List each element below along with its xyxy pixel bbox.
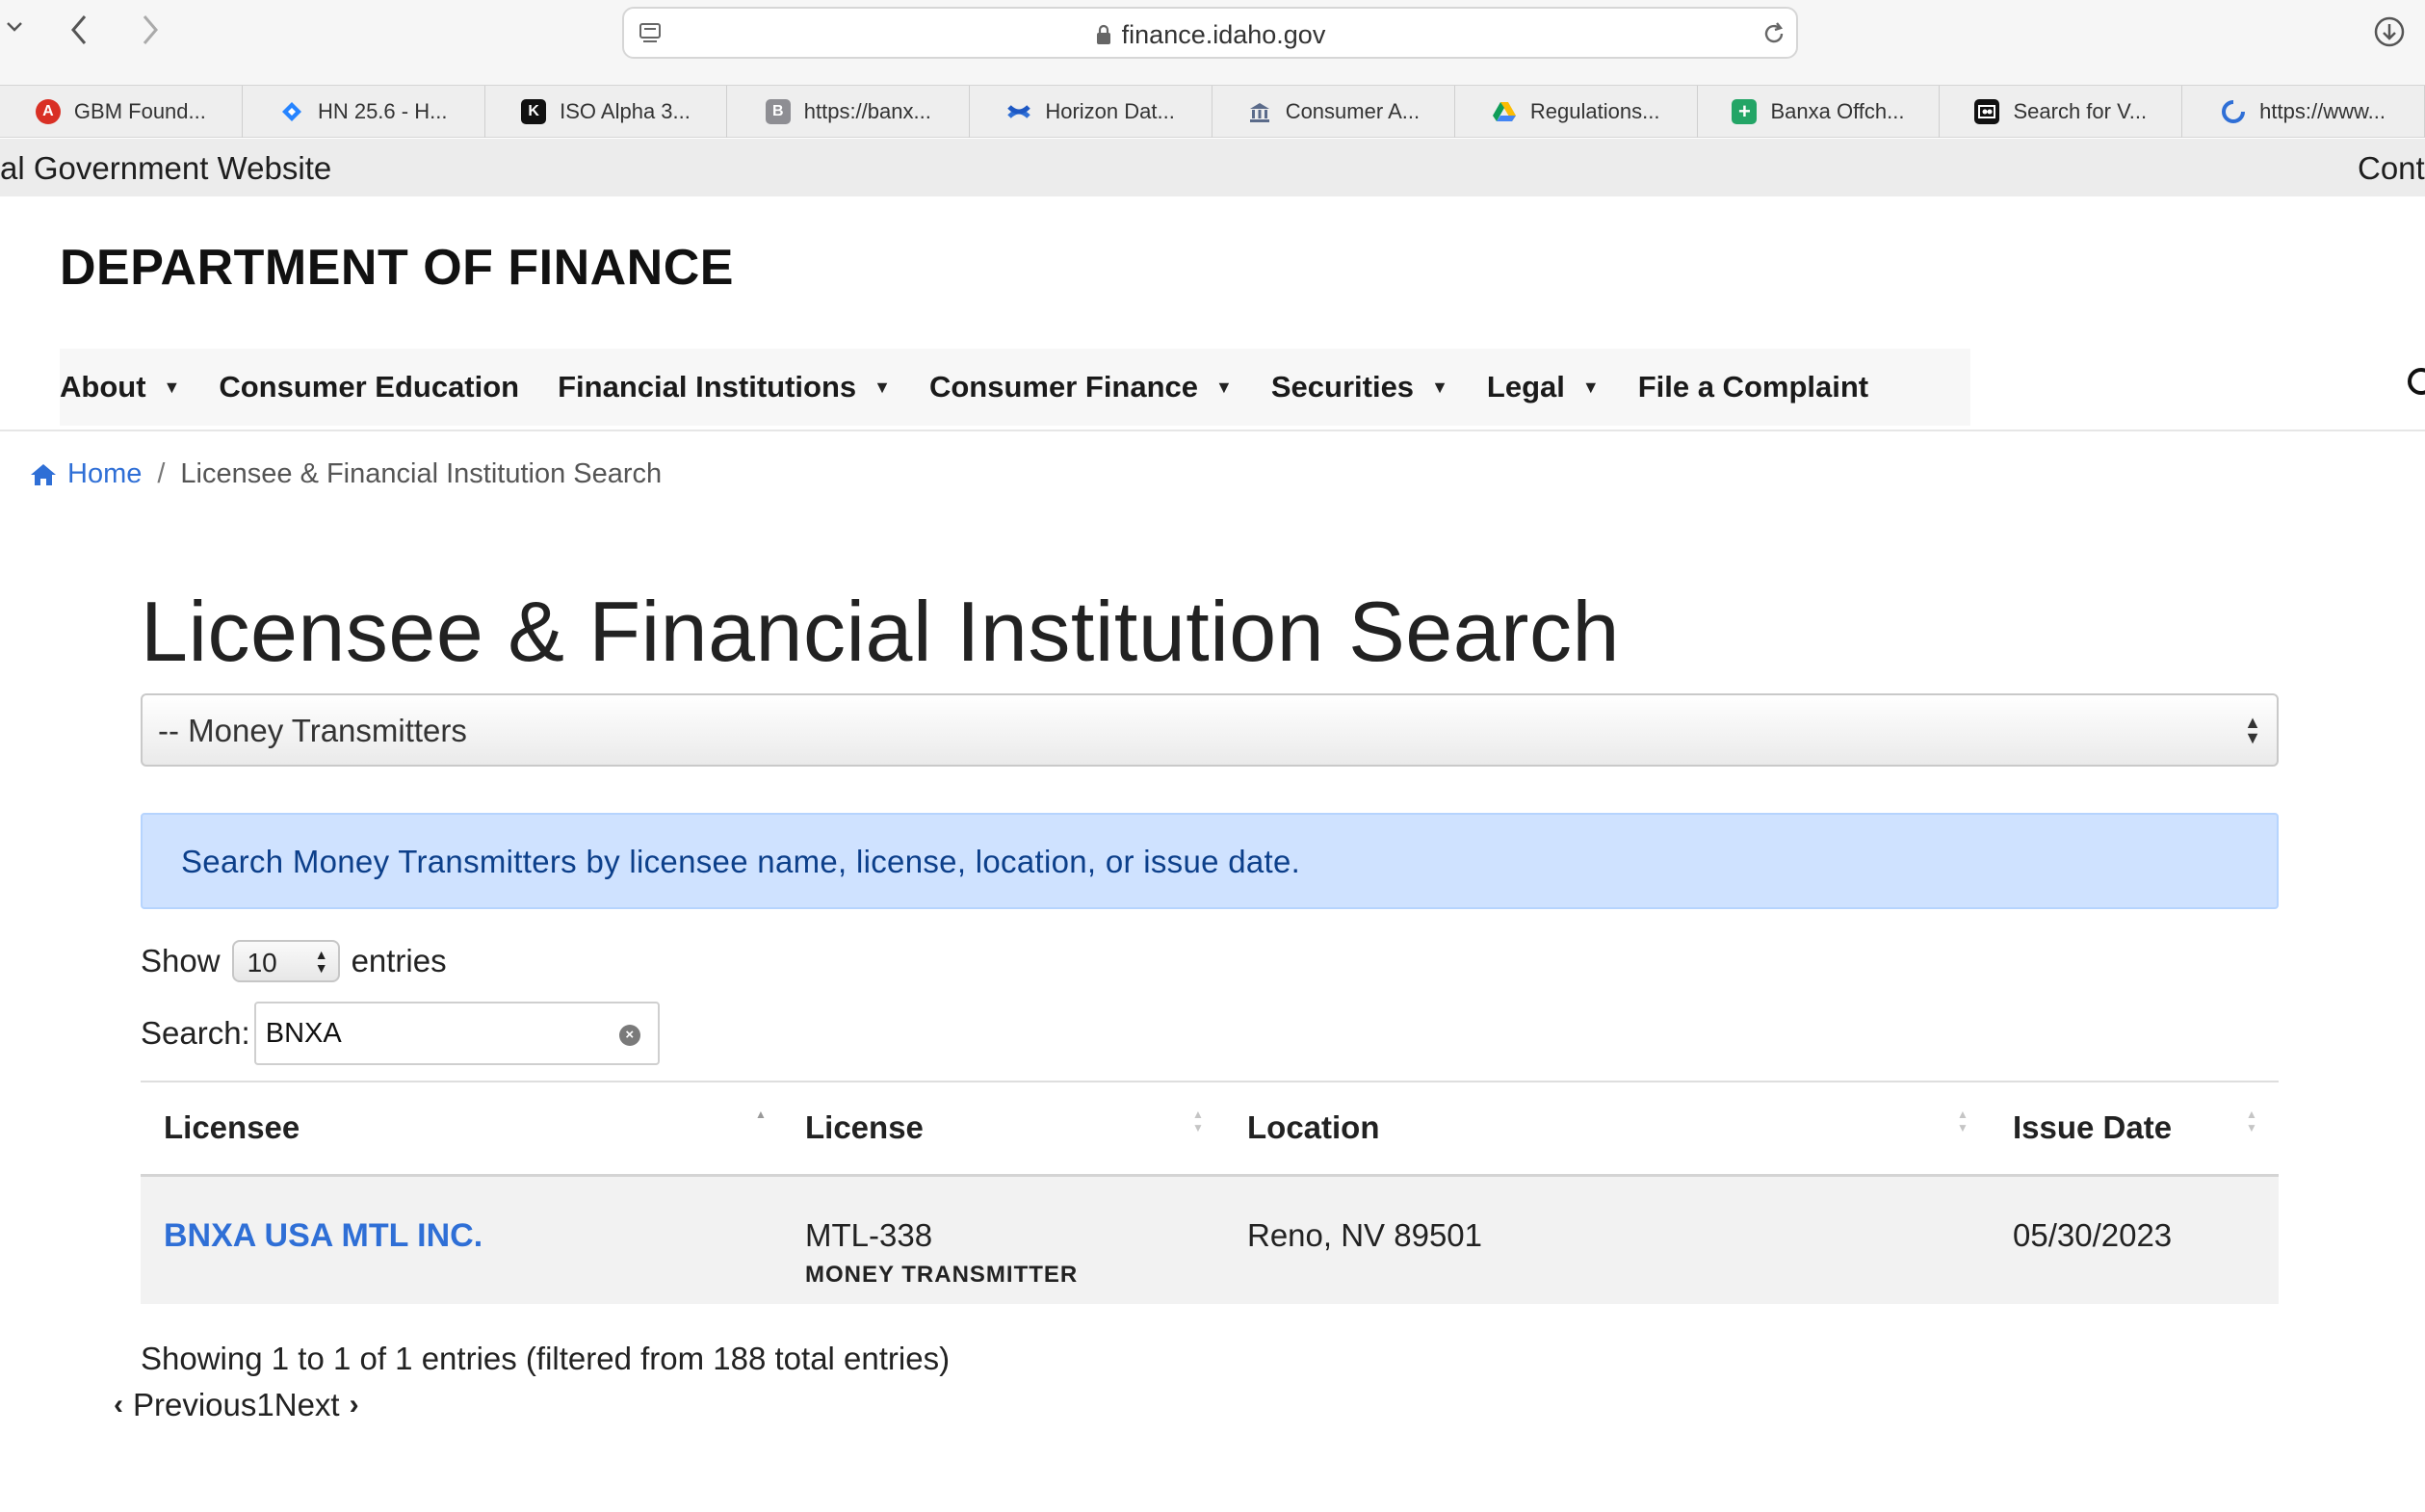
forward-button[interactable] <box>141 13 160 46</box>
nav-item-securities[interactable]: Securities ▼ <box>1271 370 1448 404</box>
nav-item-legal[interactable]: Legal ▼ <box>1487 370 1600 404</box>
gov-banner-contact-link[interactable]: Cont <box>2358 150 2425 187</box>
caret-down-icon: ▼ <box>163 377 181 397</box>
entries-length-value: 10 <box>247 948 277 978</box>
address-bar[interactable]: finance.idaho.gov <box>622 7 1798 59</box>
sheets-icon: + <box>1732 99 1758 124</box>
entries-length-select[interactable]: 10 ▲ ▼ <box>231 940 340 982</box>
table-search: Search: BNXA × <box>141 1002 660 1065</box>
pagination: ‹ Previous 1 Next › <box>114 1387 359 1423</box>
caret-down-icon: ▼ <box>1581 377 1600 397</box>
sort-icon[interactable]: ▲ <box>753 1108 769 1121</box>
location-cell: Reno, NV 89501 <box>1247 1217 1483 1253</box>
previous-button[interactable]: Previous <box>133 1387 256 1423</box>
select-arrows-icon: ▲ ▼ <box>314 947 328 976</box>
gov-banner: al Government Website Cont <box>0 139 2425 196</box>
show-label: Show <box>141 943 221 978</box>
nav-item-financial-institutions[interactable]: Financial Institutions ▼ <box>558 370 891 404</box>
column-header-licensee[interactable]: Licensee <box>164 1109 300 1146</box>
iso-icon: K <box>521 99 547 124</box>
gov-banner-text: al Government Website <box>0 150 332 186</box>
bookmark-item[interactable]: A GBM Found... <box>0 86 243 138</box>
breadcrumb-home-link[interactable]: Home <box>29 458 142 490</box>
gbm-icon: A <box>35 99 61 124</box>
caret-down-icon: ▼ <box>874 377 891 397</box>
tab-overview-chevron-icon[interactable] <box>6 21 23 33</box>
bookmark-item[interactable]: Regulations... <box>1455 86 1698 138</box>
column-header-issue-date[interactable]: Issue Date <box>2013 1109 2172 1146</box>
bookmark-item[interactable]: Bhttps://banx... <box>727 86 971 138</box>
url-value: finance.idaho.gov <box>1121 20 1326 49</box>
category-select[interactable]: -- Money Transmitters ▲ ▼ <box>141 693 2279 767</box>
header-divider <box>0 430 2425 431</box>
caret-down-icon: ▼ <box>1431 377 1448 397</box>
chevron-left-icon[interactable]: ‹ <box>114 1389 123 1421</box>
bank-icon <box>1247 99 1272 124</box>
issue-date-cell: 05/30/2023 <box>2013 1217 2173 1253</box>
bookmarks-bar: A GBM Found... HN 25.6 - H... K ISO Alpha … <box>0 85 2425 138</box>
license-type: MONEY TRANSMITTER <box>805 1262 1079 1288</box>
column-header-location[interactable]: Location <box>1247 1109 1380 1146</box>
results-table: Licensee ▲ License ▲ ▼ Location ▲ ▼ Issue … <box>141 1081 2279 1304</box>
search-label: Search: <box>141 1015 250 1051</box>
bookmark-item[interactable]: + Banxa Offch... <box>1698 86 1941 138</box>
licensee-link[interactable]: BNXA USA MTL INC. <box>164 1217 482 1255</box>
breadcrumb: Home / Licensee & Financial Institution … <box>29 458 662 490</box>
sort-icon[interactable]: ▲ ▼ <box>1190 1108 1206 1134</box>
table-row: BNXA USA MTL INC. MTL-338 MONEY TRANSMIT… <box>141 1177 2279 1304</box>
url-text: finance.idaho.gov <box>624 20 1796 52</box>
lock-icon <box>1095 22 1112 52</box>
reload-icon[interactable] <box>1760 20 1787 47</box>
next-button[interactable]: Next <box>274 1387 340 1423</box>
main-nav: About ▼ Consumer Education Financial Inst… <box>60 349 1970 426</box>
nav-item-consumer-finance[interactable]: Consumer Finance ▼ <box>929 370 1233 404</box>
info-alert: Search Money Transmitters by licensee na… <box>141 813 2279 909</box>
breadcrumb-separator: / <box>157 458 166 489</box>
bookmark-item[interactable]: K ISO Alpha 3... <box>485 86 728 138</box>
nav-item-consumer-education[interactable]: Consumer Education <box>219 370 519 404</box>
page-button-1[interactable]: 1 <box>256 1387 274 1423</box>
caret-down-icon: ▼ <box>1215 377 1233 397</box>
breadcrumb-current: Licensee & Financial Institution Search <box>180 458 663 489</box>
site-title[interactable]: DEPARTMENT OF FINANCE <box>60 239 734 297</box>
category-select-value: -- Money Transmitters <box>158 713 467 748</box>
nav-item-file-a-complaint[interactable]: File a Complaint <box>1638 370 1868 404</box>
sort-icon[interactable]: ▲ ▼ <box>2244 1108 2259 1134</box>
loading-icon <box>2221 99 2246 124</box>
license-number: MTL-338 <box>805 1217 933 1253</box>
chevron-right-icon[interactable]: › <box>350 1389 359 1421</box>
search-site-icon <box>1974 99 2000 124</box>
entries-label: entries <box>351 943 447 978</box>
confluence-icon <box>1006 99 1031 124</box>
search-input-value: BNXA <box>265 1018 342 1049</box>
downloads-icon[interactable] <box>2373 15 2406 48</box>
select-arrows-icon: ▲ ▼ <box>2244 713 2261 747</box>
home-icon <box>31 463 56 485</box>
bookmark-item[interactable]: https://www... <box>2182 86 2425 138</box>
search-input[interactable]: BNXA × <box>253 1002 660 1065</box>
search-icon[interactable] <box>2404 366 2425 405</box>
drive-icon <box>1492 99 1517 124</box>
entries-length-control: Show 10 ▲ ▼ entries <box>141 940 447 982</box>
column-header-license[interactable]: License <box>805 1109 924 1146</box>
info-alert-text: Search Money Transmitters by licensee na… <box>181 844 1301 879</box>
bookmark-item[interactable]: HN 25.6 - H... <box>243 86 485 138</box>
bookmark-item[interactable]: Search for V... <box>1940 86 2183 138</box>
back-button[interactable] <box>69 13 89 46</box>
bookmark-item[interactable]: Horizon Dat... <box>970 86 1212 138</box>
table-info: Showing 1 to 1 of 1 entries (filtered fr… <box>141 1341 951 1376</box>
clear-search-icon[interactable]: × <box>618 1025 640 1046</box>
bookmark-item[interactable]: Consumer A... <box>1212 86 1455 138</box>
jira-icon <box>279 99 304 124</box>
letter-b-icon: B <box>765 99 791 124</box>
page-title: Licensee & Financial Institution Search <box>141 584 1620 679</box>
nav-item-about[interactable]: About ▼ <box>60 370 180 404</box>
browser-toolbar: finance.idaho.gov <box>0 0 2425 85</box>
table-header: Licensee ▲ License ▲ ▼ Location ▲ ▼ Issue … <box>141 1081 2279 1177</box>
sort-icon[interactable]: ▲ ▼ <box>1955 1108 1970 1134</box>
